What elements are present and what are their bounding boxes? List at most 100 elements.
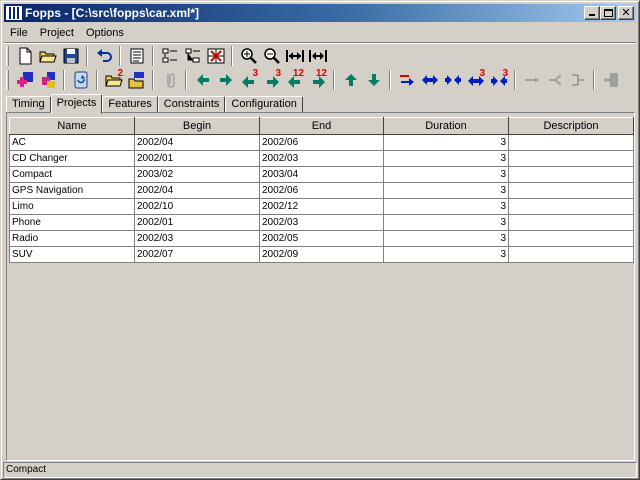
cell-end[interactable]: 2002/03 xyxy=(259,214,384,231)
table-row[interactable]: Compact 2003/02 2003/04 3 xyxy=(9,166,634,183)
table-row[interactable]: SUV 2002/07 2002/09 3 xyxy=(9,246,634,263)
properties-list-button[interactable] xyxy=(125,45,148,67)
cell-duration[interactable]: 3 xyxy=(383,230,509,247)
cell-begin[interactable]: 2002/01 xyxy=(134,150,260,167)
undo-button[interactable] xyxy=(92,45,115,67)
cell-end[interactable]: 2002/03 xyxy=(259,150,384,167)
cell-begin[interactable]: 2002/07 xyxy=(134,246,260,263)
cell-end[interactable]: 2003/04 xyxy=(259,166,384,183)
cell-begin[interactable]: 2002/04 xyxy=(134,134,260,151)
column-header-name[interactable]: Name xyxy=(9,117,135,135)
arrow-up-button[interactable] xyxy=(339,69,362,91)
cell-description[interactable] xyxy=(508,166,634,183)
cell-duration[interactable]: 3 xyxy=(383,246,509,263)
tab-constraints[interactable]: Constraints xyxy=(157,96,226,113)
column-header-begin[interactable]: Begin xyxy=(134,117,260,135)
cell-begin[interactable]: 2002/03 xyxy=(134,230,260,247)
cell-begin[interactable]: 2002/01 xyxy=(134,214,260,231)
column-header-description[interactable]: Description xyxy=(508,117,634,135)
cell-description[interactable] xyxy=(508,182,634,199)
cell-description[interactable] xyxy=(508,198,634,215)
minimize-button[interactable] xyxy=(584,6,600,20)
arrow-left-12-button[interactable]: 12 xyxy=(283,68,306,91)
zoom-in-button[interactable] xyxy=(237,45,260,67)
cell-begin[interactable]: 2002/04 xyxy=(134,182,260,199)
attach-button[interactable] xyxy=(158,69,181,91)
menu-file[interactable]: File xyxy=(4,27,34,39)
cell-end[interactable]: 2002/12 xyxy=(259,198,384,215)
close-button[interactable]: ✕ xyxy=(618,6,634,20)
tree-view-button[interactable] xyxy=(181,45,204,67)
open-folder-button[interactable] xyxy=(36,45,59,67)
tab-features[interactable]: Features xyxy=(102,96,158,113)
cell-begin[interactable]: 2003/02 xyxy=(134,166,260,183)
cell-name[interactable]: Radio xyxy=(9,230,135,247)
expand-both-button[interactable] xyxy=(418,69,441,91)
new-file-button[interactable] xyxy=(13,45,36,67)
cell-name[interactable]: Limo xyxy=(9,198,135,215)
cell-end[interactable]: 2002/06 xyxy=(259,134,384,151)
insert-row-button[interactable] xyxy=(395,69,418,91)
cell-duration[interactable]: 3 xyxy=(383,134,509,151)
zoom-out-button[interactable] xyxy=(260,45,283,67)
exit-button[interactable] xyxy=(599,69,622,91)
add-constraint-button[interactable] xyxy=(36,69,59,91)
collapse-3-button[interactable]: 3 xyxy=(487,68,510,91)
cell-end[interactable]: 2002/06 xyxy=(259,182,384,199)
list-view-button[interactable] xyxy=(158,45,181,67)
tab-configuration[interactable]: Configuration xyxy=(225,96,303,113)
cell-duration[interactable]: 3 xyxy=(383,182,509,199)
save-button[interactable] xyxy=(59,45,82,67)
cell-description[interactable] xyxy=(508,134,634,151)
cell-begin[interactable]: 2002/10 xyxy=(134,198,260,215)
grid-remove-button[interactable] xyxy=(204,45,227,67)
cell-name[interactable]: CD Changer xyxy=(9,150,135,167)
merge-button[interactable] xyxy=(566,69,589,91)
arrow-left-3-button[interactable]: 3 xyxy=(237,68,260,91)
branch-button[interactable] xyxy=(543,69,566,91)
column-header-end[interactable]: End xyxy=(259,117,384,135)
cell-duration[interactable]: 3 xyxy=(383,166,509,183)
tab-projects[interactable]: Projects xyxy=(50,94,103,114)
cell-name[interactable]: SUV xyxy=(9,246,135,263)
table-row[interactable]: AC 2002/04 2002/06 3 xyxy=(9,134,634,151)
cell-description[interactable] xyxy=(508,150,634,167)
cell-duration[interactable]: 3 xyxy=(383,214,509,231)
app-logo-icon[interactable] xyxy=(6,6,22,20)
cell-description[interactable] xyxy=(508,246,634,263)
title-bar[interactable]: Fopps - [C:\src\fopps\car.xml*] ✕ xyxy=(4,4,636,22)
toolbar-grip[interactable] xyxy=(6,46,9,66)
cell-name[interactable]: AC xyxy=(9,134,135,151)
add-feature-button[interactable] xyxy=(13,69,36,91)
expand-3-button[interactable]: 3 xyxy=(464,68,487,91)
table-row[interactable]: Limo 2002/10 2002/12 3 xyxy=(9,198,634,215)
menu-project[interactable]: Project xyxy=(34,27,80,39)
table-row[interactable]: GPS Navigation 2002/04 2002/06 3 xyxy=(9,182,634,199)
fit-width-button[interactable] xyxy=(283,45,306,67)
cell-name[interactable]: Compact xyxy=(9,166,135,183)
cell-duration[interactable]: 3 xyxy=(383,150,509,167)
cell-duration[interactable]: 3 xyxy=(383,198,509,215)
cell-description[interactable] xyxy=(508,230,634,247)
arrow-down-button[interactable] xyxy=(362,69,385,91)
cell-description[interactable] xyxy=(508,214,634,231)
cell-end[interactable]: 2002/05 xyxy=(259,230,384,247)
column-header-duration[interactable]: Duration xyxy=(383,117,509,135)
table-row[interactable]: Radio 2002/03 2002/05 3 xyxy=(9,230,634,247)
collapse-both-button[interactable] xyxy=(441,69,464,91)
cell-name[interactable]: GPS Navigation xyxy=(9,182,135,199)
arrow-right-3-button[interactable]: 3 xyxy=(260,68,283,91)
arrow-right-button[interactable] xyxy=(214,69,237,91)
tab-timing[interactable]: Timing xyxy=(6,96,51,113)
open-folder-2-button[interactable]: 2 xyxy=(102,68,125,91)
arrow-right-12-button[interactable]: 12 xyxy=(306,68,329,91)
import-button[interactable] xyxy=(125,69,148,91)
menu-options[interactable]: Options xyxy=(80,27,130,39)
table-row[interactable]: Phone 2002/01 2002/03 3 xyxy=(9,214,634,231)
expand-width-button[interactable] xyxy=(306,45,329,67)
table-row[interactable]: CD Changer 2002/01 2002/03 3 xyxy=(9,150,634,167)
maximize-button[interactable] xyxy=(600,6,616,20)
link-arrow-button[interactable] xyxy=(520,69,543,91)
cell-name[interactable]: Phone xyxy=(9,214,135,231)
cell-end[interactable]: 2002/09 xyxy=(259,246,384,263)
